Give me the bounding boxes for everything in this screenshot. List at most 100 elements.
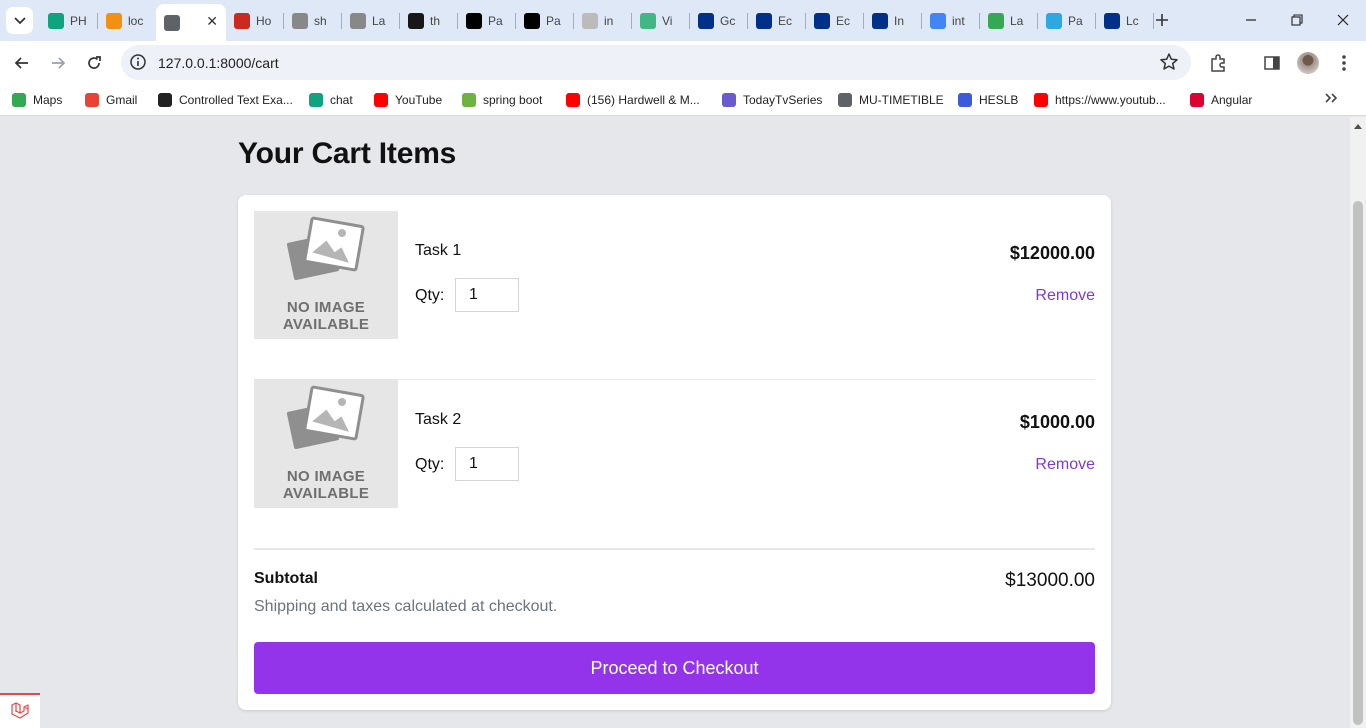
- bookmark-label: chat: [330, 93, 353, 107]
- laravel-icon: [11, 701, 29, 719]
- quantity-input[interactable]: [455, 278, 519, 312]
- new-tab-button[interactable]: [1150, 8, 1174, 32]
- address-bar[interactable]: 127.0.0.1:8000/cart: [121, 45, 1191, 80]
- profile-avatar[interactable]: [1297, 52, 1319, 74]
- paypal-icon: [756, 12, 772, 29]
- browser-tab[interactable]: PH: [40, 4, 98, 37]
- tab-title: Pa: [546, 13, 561, 28]
- back-button[interactable]: [8, 49, 36, 77]
- bookmark-item[interactable]: HESLB: [958, 92, 1018, 108]
- quantity-input[interactable]: [455, 447, 519, 481]
- tab-search-button[interactable]: [6, 7, 33, 34]
- medium-icon: [524, 12, 540, 29]
- bookmark-label: spring boot: [483, 93, 543, 107]
- browser-tab[interactable]: in: [574, 4, 632, 37]
- reload-icon: [88, 56, 101, 69]
- remove-item-button[interactable]: Remove: [1035, 287, 1095, 305]
- bookmark-item[interactable]: Gmail: [85, 92, 137, 108]
- browser-tab[interactable]: Ho: [226, 4, 284, 37]
- bookmark-item[interactable]: spring boot: [462, 92, 542, 108]
- tab-title: Gc: [720, 13, 736, 28]
- chevron-down-icon: [13, 16, 26, 24]
- browser-tab[interactable]: La: [980, 4, 1038, 37]
- bookmark-label: https://www.youtub...: [1055, 93, 1166, 107]
- minimize-icon: [1246, 19, 1256, 21]
- extensions-icon[interactable]: [1206, 51, 1230, 75]
- remove-item-button[interactable]: Remove: [1035, 456, 1095, 474]
- minimize-button[interactable]: [1228, 0, 1274, 40]
- scroll-up-arrow-icon[interactable]: [1354, 124, 1362, 129]
- bookmark-label: Maps: [33, 93, 63, 107]
- site-info-icon[interactable]: [129, 53, 147, 76]
- browser-tab[interactable]: La: [342, 4, 400, 37]
- bookmark-item[interactable]: Angular: [1190, 92, 1252, 108]
- bookmark-star-icon[interactable]: [1159, 52, 1179, 77]
- bookmark-label: (156) Hardwell & M...: [587, 93, 700, 107]
- tab-title: sh: [314, 13, 327, 28]
- angular-icon: [1190, 93, 1204, 107]
- youtube-icon: [374, 93, 388, 107]
- checkout-button[interactable]: Proceed to Checkout: [254, 642, 1095, 694]
- forward-button[interactable]: [44, 49, 72, 77]
- browser-tab[interactable]: ✕: [156, 4, 226, 41]
- arrow-left-icon: [14, 57, 28, 69]
- browser-toolbar: 127.0.0.1:8000/cart: [0, 41, 1366, 84]
- browser-tab[interactable]: th: [400, 4, 458, 37]
- item-name: Task 1: [415, 242, 462, 259]
- bookmark-item[interactable]: MU-TIMETIBLE: [838, 92, 944, 108]
- bookmark-item[interactable]: Maps: [12, 92, 62, 108]
- scroll-thumb[interactable]: [1353, 201, 1363, 725]
- reload-button[interactable]: [80, 49, 108, 77]
- bookmark-item[interactable]: chat: [309, 92, 353, 108]
- tab-title: Ec: [836, 13, 851, 28]
- order-summary: Subtotal $13000.00 Shipping and taxes ca…: [254, 549, 1095, 615]
- tab-title: In: [894, 13, 905, 28]
- tab-title: Lc: [1126, 13, 1139, 28]
- google-icon: [292, 12, 308, 29]
- browser-tab[interactable]: Pa: [516, 4, 574, 37]
- bookmark-item[interactable]: (156) Hardwell & M...: [566, 92, 700, 108]
- browser-tab[interactable]: Pa: [458, 4, 516, 37]
- film-icon: [722, 93, 736, 107]
- browser-tab[interactable]: sh: [284, 4, 342, 37]
- close-icon: [1337, 14, 1349, 26]
- side-panel-icon[interactable]: [1260, 51, 1284, 75]
- tab-title: Vi: [662, 13, 673, 28]
- page-scrollbar[interactable]: [1350, 117, 1366, 728]
- item-price: $1000.00: [1019, 412, 1095, 432]
- product-image-placeholder: NO IMAGE AVAILABLE: [254, 211, 398, 339]
- google-icon: [930, 12, 946, 29]
- bookmarks-overflow-icon[interactable]: [1324, 91, 1338, 108]
- browser-tab[interactable]: Ec: [748, 4, 806, 37]
- tab-title: in: [604, 13, 614, 28]
- browser-tab[interactable]: In: [864, 4, 922, 37]
- product-image-placeholder: NO IMAGE AVAILABLE: [254, 380, 398, 508]
- url-text[interactable]: 127.0.0.1:8000/cart: [158, 55, 279, 71]
- close-tab-icon[interactable]: ✕: [206, 13, 218, 30]
- menu-kebab-icon[interactable]: [1332, 51, 1356, 75]
- browser-tab[interactable]: Ec: [806, 4, 864, 37]
- bookmark-item[interactable]: https://www.youtub...: [1034, 92, 1166, 108]
- bookmark-label: MU-TIMETIBLE: [859, 93, 944, 107]
- restore-button[interactable]: [1274, 0, 1320, 40]
- bookmark-item[interactable]: Controlled Text Exa...: [158, 92, 293, 108]
- browser-tab[interactable]: Gc: [690, 4, 748, 37]
- github-icon: [408, 12, 424, 29]
- browser-tab[interactable]: Pa: [1038, 4, 1096, 37]
- browser-tab[interactable]: loc: [98, 4, 156, 37]
- browser-tab[interactable]: Lc: [1096, 4, 1154, 37]
- tab-title: La: [372, 13, 386, 28]
- tab-title: La: [1010, 13, 1024, 28]
- browser-tab[interactable]: int: [922, 4, 980, 37]
- bookmark-item[interactable]: YouTube: [374, 92, 442, 108]
- debugbar-toggle[interactable]: [0, 693, 40, 728]
- bookmarks-bar: Maps Gmail Controlled Text Exa... chat YouTu…: [0, 84, 1366, 116]
- bookmark-item[interactable]: TodayTvSeries: [722, 92, 822, 108]
- close-window-button[interactable]: [1320, 0, 1366, 40]
- browser-tab[interactable]: Vi: [632, 4, 690, 37]
- paypal-icon: [698, 12, 714, 29]
- arrow-right-icon: [52, 57, 66, 69]
- tab-title: int: [952, 13, 965, 28]
- loading-icon: [582, 12, 598, 29]
- tab-list: PH loc ✕ Ho sh La th Pa Pa in Vi Gc Ec Ec In int La Pa Lc: [40, 4, 1154, 41]
